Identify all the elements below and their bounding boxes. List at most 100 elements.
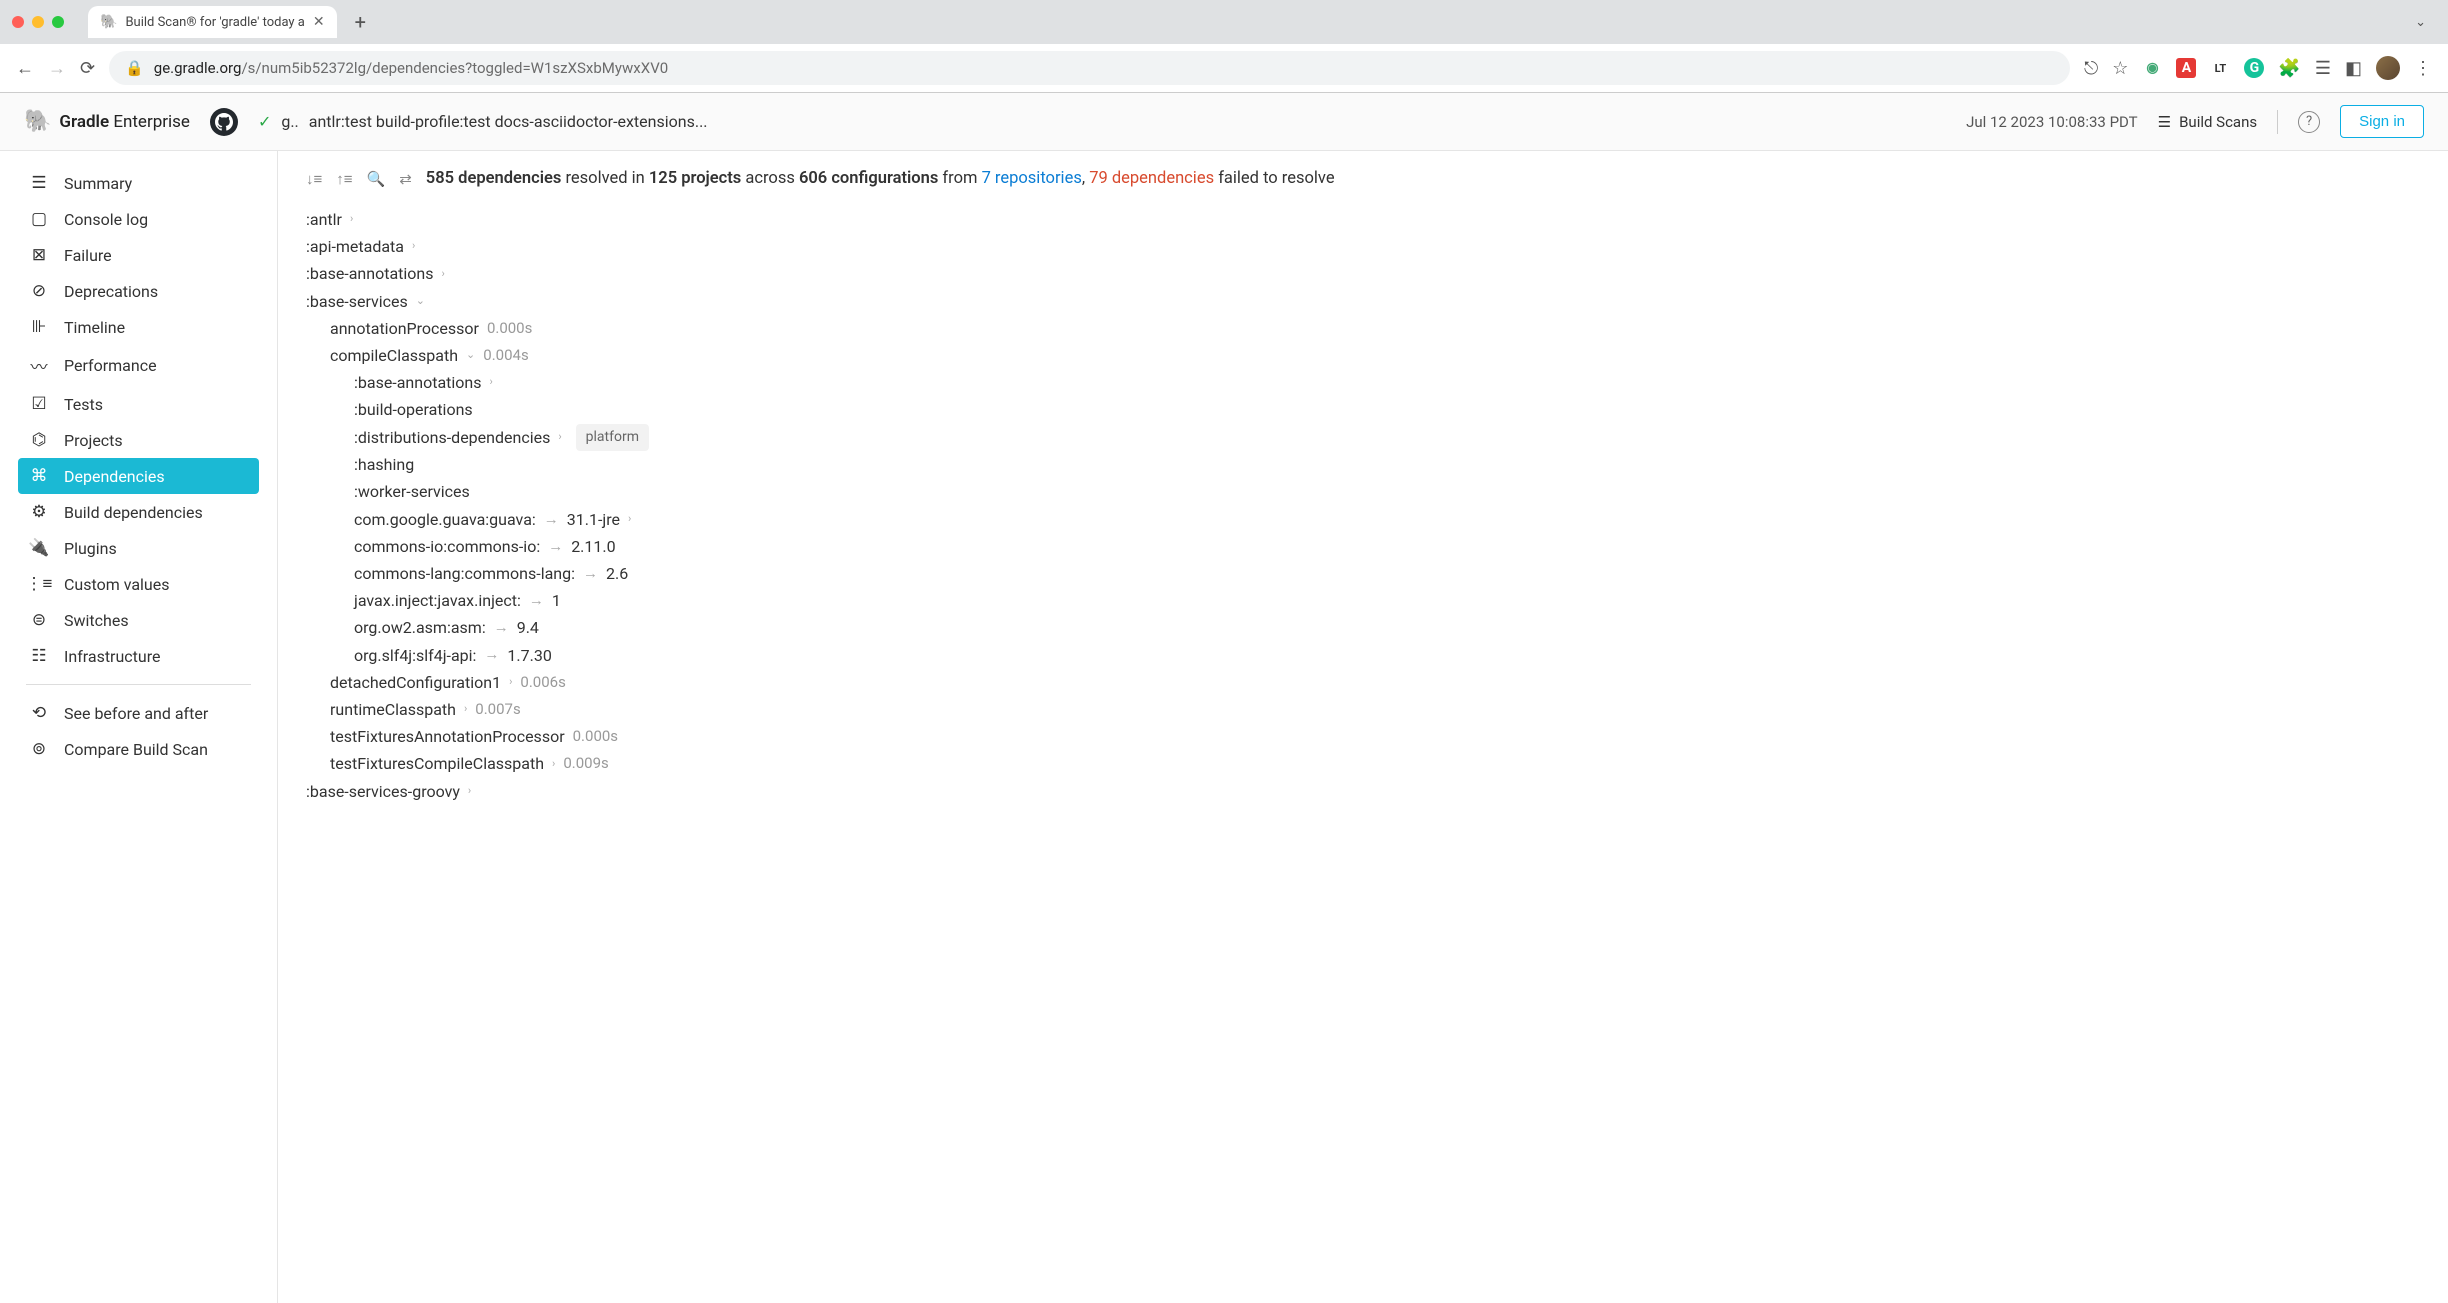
- forward-button[interactable]: →: [48, 58, 66, 79]
- sidebar-item-deprecations[interactable]: ⊘Deprecations: [18, 273, 259, 309]
- sign-in-button[interactable]: Sign in: [2340, 105, 2424, 138]
- sidebar-item-performance[interactable]: 〰Performance: [18, 345, 259, 386]
- tree-row[interactable]: :base-services⌄: [306, 288, 2420, 315]
- tree-row[interactable]: :base-annotations›: [306, 260, 2420, 287]
- close-tab-icon[interactable]: ✕: [313, 14, 325, 30]
- search-icon[interactable]: 🔍: [367, 170, 386, 188]
- chevron-right-icon: ›: [464, 700, 467, 719]
- sidebar-icon: ▢: [28, 209, 50, 229]
- bookmark-icon[interactable]: ☆: [2112, 58, 2128, 79]
- tree-row[interactable]: testFixturesAnnotationProcessor 0.000s: [306, 723, 2420, 750]
- chevron-right-icon: ›: [412, 237, 415, 256]
- reload-button[interactable]: ⟳: [80, 58, 95, 79]
- tree-row[interactable]: :antlr›: [306, 206, 2420, 233]
- back-button[interactable]: ←: [16, 58, 34, 79]
- sidebar-item-custom-values[interactable]: ⋮≡Custom values: [18, 566, 259, 602]
- sidebar-label: Failure: [64, 246, 112, 265]
- tree-row[interactable]: org.ow2.asm:asm: → 9.4: [306, 614, 2420, 641]
- tree-row[interactable]: :worker-services: [306, 478, 2420, 505]
- reading-list-icon[interactable]: ☰: [2315, 58, 2331, 79]
- tree-row[interactable]: org.slf4j:slf4j-api: → 1.7.30: [306, 642, 2420, 669]
- tree-row[interactable]: :hashing: [306, 451, 2420, 478]
- sidebar-icon: ⌬: [28, 430, 50, 450]
- sidebar-item-failure[interactable]: ⊠Failure: [18, 237, 259, 273]
- profile-avatar[interactable]: [2376, 56, 2400, 80]
- sidebar-item-timeline[interactable]: ⊪Timeline: [18, 309, 259, 345]
- tree-row[interactable]: compileClasspath⌄ 0.004s: [306, 342, 2420, 369]
- window-controls: [12, 16, 64, 28]
- sidebar-label: Build dependencies: [64, 503, 203, 522]
- tree-row[interactable]: :api-metadata›: [306, 233, 2420, 260]
- tree-row[interactable]: :distributions-dependencies › platform: [306, 424, 2420, 452]
- sort-asc-icon[interactable]: ↑≡: [336, 170, 352, 188]
- extension-icon[interactable]: LT: [2210, 58, 2230, 78]
- arrow-right-icon: →: [544, 507, 559, 533]
- dependency-tree: :antlr›:api-metadata›:base-annotations›:…: [306, 206, 2420, 805]
- tab-overflow-button[interactable]: ⌄: [2405, 15, 2436, 30]
- minimize-window-button[interactable]: [32, 16, 44, 28]
- repositories-link[interactable]: 7 repositories: [982, 169, 1082, 188]
- side-panel-icon[interactable]: ◧: [2345, 58, 2362, 79]
- share-icon[interactable]: ⎋: [2084, 58, 2098, 79]
- tab-bar: 🐘 Build Scan® for 'gradle' today a ✕ + ⌄: [0, 0, 2448, 44]
- dependencies-toolbar: ↓≡ ↑≡ 🔍 ⇄ 585 dependencies resolved in 1…: [306, 169, 2420, 188]
- extensions-icon[interactable]: 🧩: [2278, 58, 2300, 79]
- extension-icon[interactable]: ◉: [2142, 58, 2162, 78]
- sidebar-icon: ⟲: [28, 703, 50, 723]
- sidebar-label: Dependencies: [64, 467, 165, 486]
- browser-tab[interactable]: 🐘 Build Scan® for 'gradle' today a ✕: [88, 6, 337, 38]
- help-icon[interactable]: ?: [2298, 111, 2320, 133]
- divider: [26, 684, 251, 685]
- tree-row[interactable]: detachedConfiguration1 › 0.006s: [306, 669, 2420, 696]
- tree-row[interactable]: :build-operations: [306, 396, 2420, 423]
- tree-row[interactable]: commons-lang:commons-lang: → 2.6: [306, 560, 2420, 587]
- maximize-window-button[interactable]: [52, 16, 64, 28]
- gradle-logo[interactable]: 🐘 Gradle Enterprise: [24, 109, 190, 134]
- failed-deps-link[interactable]: 79 dependencies: [1089, 169, 1214, 188]
- sidebar-item-projects[interactable]: ⌬ Projects: [18, 422, 259, 458]
- sidebar-label: Infrastructure: [64, 647, 160, 666]
- sidebar-label: Summary: [64, 174, 132, 193]
- menu-icon[interactable]: ⋮: [2414, 58, 2432, 79]
- github-icon[interactable]: [210, 108, 238, 136]
- sidebar-item-summary[interactable]: ☰Summary: [18, 165, 259, 201]
- sidebar-item-dependencies[interactable]: ⌘ Dependencies: [18, 458, 259, 494]
- nav-bar: ← → ⟳ 🔒 ge.gradle.org/s/num5ib52372lg/de…: [0, 44, 2448, 92]
- tree-row[interactable]: javax.inject:javax.inject: → 1: [306, 587, 2420, 614]
- main-content: ↓≡ ↑≡ 🔍 ⇄ 585 dependencies resolved in 1…: [278, 151, 2448, 1303]
- build-scans-link[interactable]: ☰ Build Scans: [2158, 113, 2258, 131]
- chevron-right-icon: ›: [509, 673, 512, 692]
- extension-icon[interactable]: G: [2244, 58, 2264, 78]
- sidebar-item-infrastructure[interactable]: ☷ Infrastructure: [18, 638, 259, 674]
- lock-icon: 🔒: [125, 59, 144, 77]
- app-body: ☰Summary▢Console log⊠Failure⊘Deprecation…: [0, 151, 2448, 1303]
- tree-row[interactable]: com.google.guava:guava: → 31.1-jre ›: [306, 506, 2420, 533]
- sidebar-item-plugins[interactable]: 🔌Plugins: [18, 530, 259, 566]
- close-window-button[interactable]: [12, 16, 24, 28]
- sidebar-icon: ☷: [28, 646, 50, 666]
- sidebar-label: Tests: [64, 395, 103, 414]
- build-date: Jul 12 2023 10:08:33 PDT: [1966, 113, 2138, 131]
- tree-row[interactable]: annotationProcessor 0.000s: [306, 315, 2420, 342]
- new-tab-button[interactable]: +: [345, 10, 376, 34]
- chevron-right-icon: ›: [490, 373, 493, 392]
- sidebar-item-switches[interactable]: ⊜Switches: [18, 602, 259, 638]
- address-bar[interactable]: 🔒 ge.gradle.org/s/num5ib52372lg/dependen…: [109, 51, 2070, 85]
- extension-icon[interactable]: A: [2176, 58, 2196, 78]
- sidebar: ☰Summary▢Console log⊠Failure⊘Deprecation…: [0, 151, 278, 1303]
- sidebar-footer-compare-build-scan[interactable]: ⊚Compare Build Scan: [18, 731, 259, 767]
- sidebar-label: Projects: [64, 431, 123, 450]
- tree-row[interactable]: runtimeClasspath › 0.007s: [306, 696, 2420, 723]
- sidebar-item-tests[interactable]: ☑Tests: [18, 386, 259, 422]
- sort-desc-icon[interactable]: ↓≡: [306, 170, 322, 188]
- sidebar-footer-see-before-and-after[interactable]: ⟲See before and after: [18, 695, 259, 731]
- filter-icon[interactable]: ⇄: [399, 170, 412, 188]
- tree-row[interactable]: :base-annotations ›: [306, 369, 2420, 396]
- sidebar-icon: ⌘: [28, 466, 50, 486]
- tree-row[interactable]: testFixturesCompileClasspath › 0.009s: [306, 750, 2420, 777]
- sidebar-item-console-log[interactable]: ▢Console log: [18, 201, 259, 237]
- chevron-right-icon: ›: [552, 755, 555, 774]
- sidebar-item-build-dependencies[interactable]: ⚙Build dependencies: [18, 494, 259, 530]
- tree-row[interactable]: :base-services-groovy›: [306, 778, 2420, 805]
- tree-row[interactable]: commons-io:commons-io: → 2.11.0: [306, 533, 2420, 560]
